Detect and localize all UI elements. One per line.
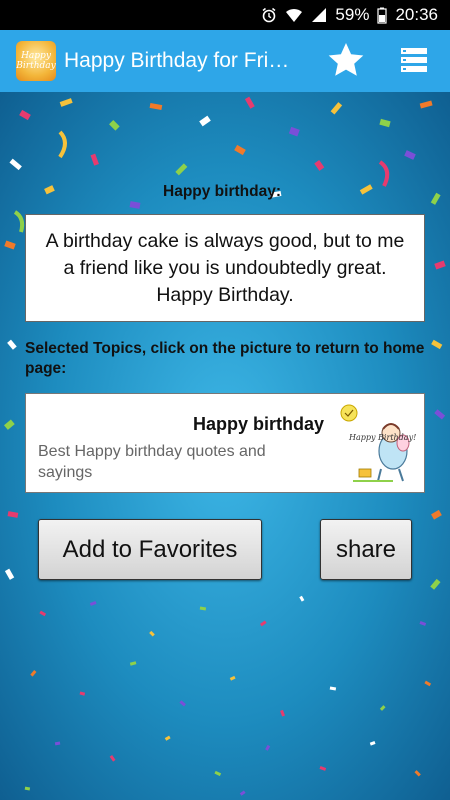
app-logo: Happy Birthday [16, 41, 56, 81]
quote-text: A birthday cake is always good, but to m… [45, 229, 405, 306]
topic-title: Happy birthday [192, 414, 324, 434]
topic-image-text: Happy Birthday! [349, 433, 417, 442]
topic-image[interactable]: Happy Birthday! [333, 399, 419, 487]
topic-description: Best Happy birthday quotes and sayings [38, 443, 266, 481]
topics-heading: Selected Topics, click on the picture to… [25, 340, 425, 377]
status-bar: 59% 20:36 [0, 0, 450, 30]
quote-text-box: A birthday cake is always good, but to m… [25, 214, 425, 322]
list-menu-icon [401, 48, 427, 72]
add-to-favorites-label: Add to Favorites [62, 535, 238, 563]
favorite-star-button[interactable] [326, 40, 366, 80]
alarm-icon [261, 7, 277, 23]
app-title: Happy Birthday for Fri… [64, 49, 290, 72]
birthday-cartoon-icon [333, 399, 419, 487]
app-logo-text: Happy Birthday [16, 51, 56, 71]
wifi-icon [285, 7, 303, 23]
quote-heading: Happy birthday: [163, 183, 281, 200]
add-to-favorites-button[interactable]: Add to Favorites [38, 519, 262, 580]
signal-icon [311, 7, 327, 23]
star-icon [328, 43, 364, 76]
menu-button[interactable] [398, 44, 430, 76]
battery-percent: 59% [335, 5, 370, 24]
clock: 20:36 [395, 5, 438, 24]
share-button[interactable]: share [320, 519, 412, 580]
topic-card[interactable]: Happy birthday Best Happy birthday quote… [25, 393, 425, 493]
battery-icon [377, 7, 388, 24]
share-label: share [335, 535, 397, 563]
app-bar: Happy Birthday Happy Birthday for Fri… [0, 30, 450, 92]
